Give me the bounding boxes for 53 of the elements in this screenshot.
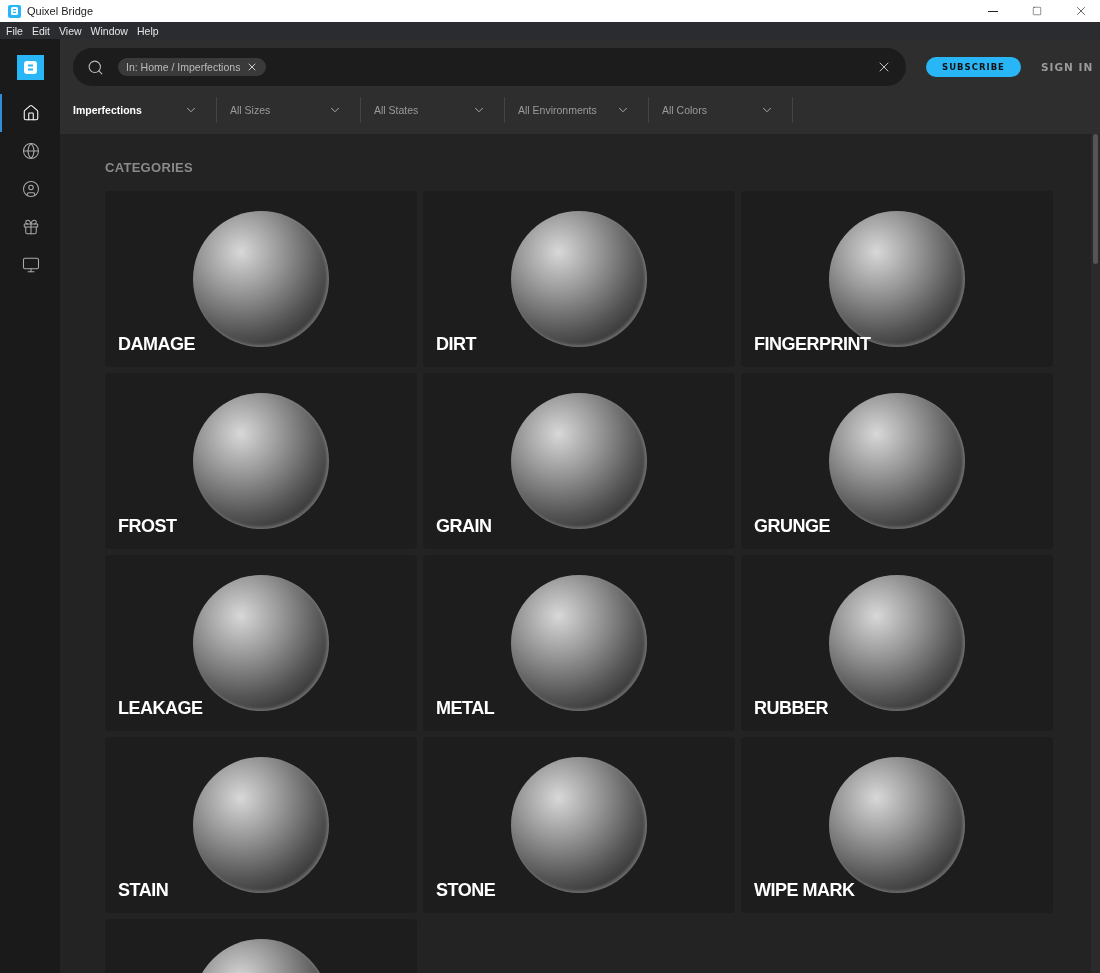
category-card[interactable]: GRAIN (423, 373, 735, 549)
category-label: STAIN (118, 880, 169, 901)
category-label: STONE (436, 880, 496, 901)
menu-item[interactable]: View (59, 24, 82, 37)
sign-in-link[interactable]: SIGN IN (1041, 61, 1094, 73)
category-label: GRAIN (436, 516, 492, 537)
category-label: DIRT (436, 334, 476, 355)
maximize-icon (1032, 6, 1042, 16)
menu-item[interactable]: Window (90, 24, 128, 37)
filter-dropdown[interactable]: Imperfections (73, 97, 217, 123)
category-card[interactable]: DIRT (423, 191, 735, 367)
app-logo-icon (16, 55, 44, 80)
category-label: METAL (436, 698, 495, 719)
category-label: RUBBER (754, 698, 828, 719)
category-card[interactable]: METAL (423, 555, 735, 731)
category-card[interactable]: RUBBER (741, 555, 1053, 731)
monitor-icon (22, 256, 40, 274)
search-icon (87, 58, 104, 76)
category-card[interactable]: LEAKAGE (105, 555, 417, 731)
filter-dropdown[interactable]: All States (361, 97, 505, 123)
app-logo-icon (8, 4, 21, 18)
filter-dropdown[interactable]: All Environments (505, 97, 649, 123)
minimize-icon (988, 10, 998, 12)
category-card[interactable]: STAIN (105, 737, 417, 913)
category-card[interactable]: WIPE MARK (741, 737, 1053, 913)
menu-item[interactable]: File (6, 24, 23, 37)
user-icon (22, 180, 40, 198)
category-label: WIPE MARK (754, 880, 855, 901)
subscribe-button[interactable]: SUBSCRIBE (926, 57, 1021, 77)
section-title: CATEGORIES (105, 160, 194, 175)
globe-icon (22, 142, 40, 160)
category-label: FROST (118, 516, 177, 537)
category-label: LEAKAGE (118, 698, 203, 719)
menu-item[interactable]: Edit (31, 24, 50, 37)
filter-chip[interactable]: In: Home / Imperfections (118, 58, 267, 76)
category-card[interactable]: FINGERPRINT (741, 191, 1053, 367)
category-card[interactable]: DAMAGE (105, 191, 417, 367)
category-label: FINGERPRINT (754, 334, 871, 355)
close-icon (1074, 4, 1088, 18)
category-label: DAMAGE (118, 334, 195, 355)
category-card[interactable]: GRUNGE (741, 373, 1053, 549)
filter-dropdown[interactable]: All Colors (649, 97, 793, 123)
menu-item[interactable]: Help (136, 24, 159, 37)
chip-label: In: Home / Imperfections (126, 61, 241, 73)
search-field[interactable]: In: Home / Imperfections (73, 48, 906, 86)
category-label: GRUNGE (754, 516, 830, 537)
filter-dropdown[interactable]: All Sizes (217, 97, 361, 123)
scrollbar[interactable] (1091, 134, 1100, 973)
category-card[interactable]: FROST (105, 373, 417, 549)
category-card[interactable]: STONE (423, 737, 735, 913)
gift-icon (22, 218, 40, 236)
window-title: Quixel Bridge (27, 5, 95, 17)
home-icon (22, 104, 40, 122)
